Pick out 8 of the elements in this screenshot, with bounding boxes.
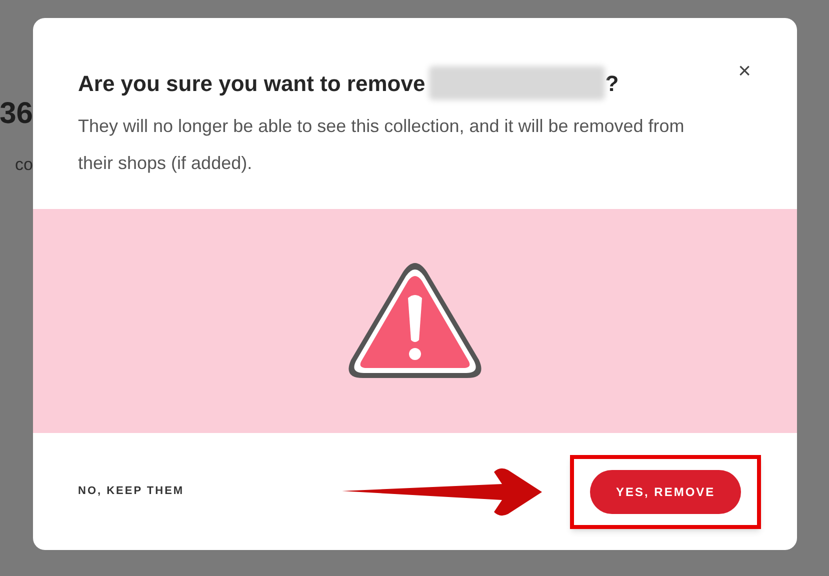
dialog-title: Are you sure you want to remove [78,70,426,98]
remove-button[interactable]: YES, REMOVE [590,470,742,514]
background-heading: 36 [0,96,33,132]
background-text: co [15,154,33,176]
keep-button[interactable]: NO, KEEP THEM [78,483,184,500]
dialog-title-end: ? [605,70,619,98]
dialog-message: They will no longer be able to see this collection, and it will be removed from their shops (if added). [78,115,686,175]
close-button[interactable]: × [738,60,751,82]
